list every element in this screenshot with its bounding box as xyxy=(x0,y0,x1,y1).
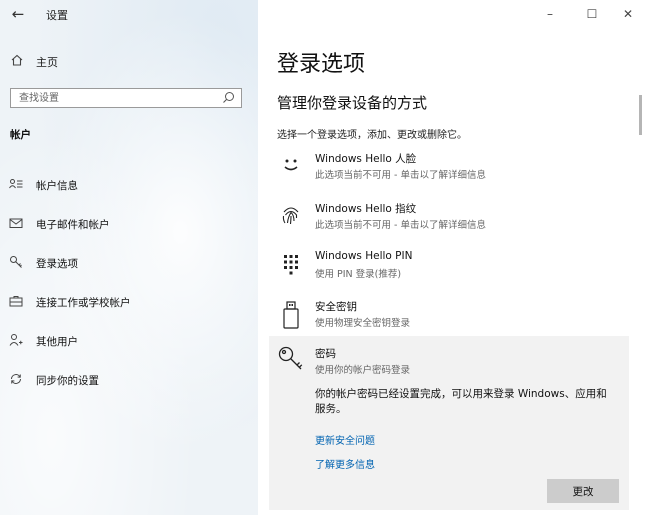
mail-icon xyxy=(9,216,23,230)
learn-more-link[interactable]: 了解更多信息 xyxy=(315,456,375,471)
app-title: 设置 xyxy=(46,9,68,22)
close-button[interactable]: ✕ xyxy=(614,4,642,24)
sidebar: ← 设置 主页 帐户 帐户信息 电子邮件和帐户 登录选项 xyxy=(0,0,258,515)
option-name: 安全密钥 xyxy=(315,301,357,313)
option-name: Windows Hello 人脸 xyxy=(315,153,417,165)
page-description: 选择一个登录选项，添加、更改或删除它。 xyxy=(277,130,467,141)
sidebar-item-label: 连接工作或学校帐户 xyxy=(36,297,131,309)
scrollbar[interactable] xyxy=(639,95,642,135)
update-security-questions-link[interactable]: 更新安全问题 xyxy=(315,432,375,447)
option-subtext: 使用你的帐户密码登录 xyxy=(315,365,411,376)
sync-icon xyxy=(9,372,23,386)
person-lines-icon xyxy=(9,177,23,191)
search-icon[interactable] xyxy=(222,90,236,106)
back-arrow-icon: ← xyxy=(11,5,25,23)
sidebar-item-account-info[interactable]: 帐户信息 xyxy=(0,173,258,197)
option-subtext: 此选项当前不可用 - 单击以了解详细信息 xyxy=(315,170,486,181)
key-icon xyxy=(277,344,307,374)
change-password-button[interactable]: 更改 xyxy=(547,479,619,503)
search-input[interactable] xyxy=(11,89,219,107)
sidebar-item-label: 主页 xyxy=(36,56,58,69)
option-face[interactable]: Windows Hello 人脸 此选项当前不可用 - 单击以了解详细信息 xyxy=(276,148,606,188)
search-box[interactable] xyxy=(10,88,242,108)
sidebar-item-label: 电子邮件和帐户 xyxy=(36,219,110,231)
option-password-panel[interactable]: 密码 使用你的帐户密码登录 你的帐户密码已经设置完成，可以用来登录 Window… xyxy=(269,336,629,510)
pin-keypad-icon xyxy=(278,251,304,277)
minimize-button[interactable]: – xyxy=(536,4,564,24)
home-icon xyxy=(10,53,24,71)
face-icon xyxy=(278,152,304,178)
sidebar-item-label: 其他用户 xyxy=(36,336,78,348)
option-name: 密码 xyxy=(315,348,336,360)
page-title: 登录选项 xyxy=(277,52,366,77)
close-icon: ✕ xyxy=(622,7,634,21)
section-heading: 帐户 xyxy=(10,129,31,141)
sidebar-item-other-users[interactable]: 其他用户 xyxy=(0,329,258,353)
option-name: Windows Hello PIN xyxy=(315,250,413,262)
briefcase-icon xyxy=(9,294,23,308)
option-pin[interactable]: Windows Hello PIN 使用 PIN 登录(推荐) xyxy=(276,247,606,287)
back-button[interactable]: ← xyxy=(6,3,30,25)
maximize-button[interactable]: ☐ xyxy=(578,4,606,24)
option-subtext: 此选项当前不可用 - 单击以了解详细信息 xyxy=(315,220,486,231)
key-icon xyxy=(9,255,23,269)
option-security-key[interactable]: 安全密钥 使用物理安全密钥登录 xyxy=(276,296,606,336)
sidebar-item-sign-in-options[interactable]: 登录选项 xyxy=(0,251,258,275)
page-subtitle: 管理你登录设备的方式 xyxy=(277,94,428,112)
maximize-icon: ☐ xyxy=(586,7,598,21)
password-info-text: 你的帐户密码已经设置完成，可以用来登录 Windows、应用和服务。 xyxy=(315,388,607,415)
option-subtext: 使用物理安全密钥登录 xyxy=(315,318,411,329)
sidebar-item-label: 同步你的设置 xyxy=(36,375,99,387)
main-content: – ☐ ✕ 登录选项 管理你登录设备的方式 选择一个登录选项，添加、更改或删除它… xyxy=(258,0,646,515)
fingerprint-icon xyxy=(278,202,304,228)
option-name: Windows Hello 指纹 xyxy=(315,203,417,215)
sidebar-item-email-accounts[interactable]: 电子邮件和帐户 xyxy=(0,212,258,236)
sidebar-item-label: 帐户信息 xyxy=(36,180,78,192)
sidebar-item-sync[interactable]: 同步你的设置 xyxy=(0,368,258,392)
sidebar-item-work-school[interactable]: 连接工作或学校帐户 xyxy=(0,290,258,314)
option-fingerprint[interactable]: Windows Hello 指纹 此选项当前不可用 - 单击以了解详细信息 xyxy=(276,198,606,238)
option-subtext: 使用 PIN 登录(推荐) xyxy=(315,269,402,280)
usb-key-icon xyxy=(278,300,304,329)
person-plus-icon xyxy=(9,333,23,347)
sidebar-item-home[interactable]: 主页 xyxy=(4,50,244,72)
minimize-icon: – xyxy=(547,7,553,21)
sidebar-item-label: 登录选项 xyxy=(36,258,78,270)
